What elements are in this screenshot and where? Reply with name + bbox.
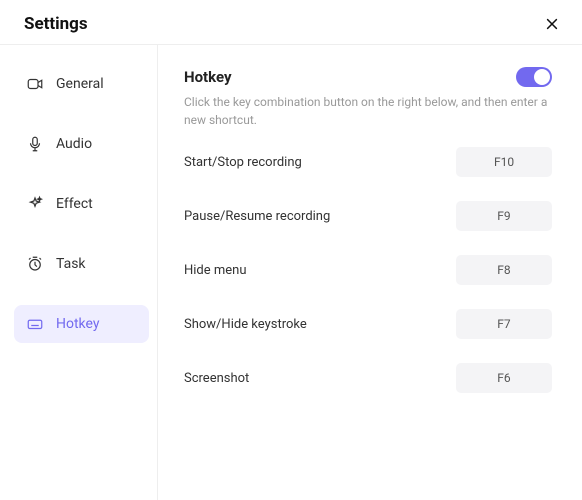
panel-description: Click the key combination button on the … xyxy=(184,93,552,129)
panel-title: Hotkey xyxy=(184,68,232,86)
sidebar-item-label: General xyxy=(56,76,104,92)
clock-icon xyxy=(26,255,44,273)
sidebar-item-label: Audio xyxy=(56,136,92,152)
hotkey-label: Screenshot xyxy=(184,371,249,386)
sidebar-item-general[interactable]: General xyxy=(14,65,149,103)
hotkey-row-keystroke: Show/Hide keystroke F7 xyxy=(184,309,552,339)
camera-icon xyxy=(26,75,44,93)
sidebar-item-task[interactable]: Task xyxy=(14,245,149,283)
titlebar: Settings xyxy=(0,0,582,44)
hotkey-toggle[interactable] xyxy=(516,67,552,87)
sidebar-item-audio[interactable]: Audio xyxy=(14,125,149,163)
sidebar: General Audio Effect Task xyxy=(0,45,158,500)
hotkey-label: Start/Stop recording xyxy=(184,155,302,170)
sidebar-item-label: Task xyxy=(56,256,86,272)
settings-window: Settings General Audio xyxy=(0,0,582,500)
hotkey-row-start-stop: Start/Stop recording F10 xyxy=(184,147,552,177)
keyboard-icon xyxy=(26,315,44,333)
close-icon xyxy=(545,17,559,31)
main-panel: Hotkey Click the key combination button … xyxy=(158,45,582,500)
hotkey-input-pause-resume[interactable]: F9 xyxy=(456,201,552,231)
window-title: Settings xyxy=(24,14,88,34)
sidebar-item-label: Hotkey xyxy=(56,316,99,332)
hotkey-row-pause-resume: Pause/Resume recording F9 xyxy=(184,201,552,231)
body: General Audio Effect Task xyxy=(0,44,582,500)
sidebar-item-effect[interactable]: Effect xyxy=(14,185,149,223)
sidebar-item-label: Effect xyxy=(56,196,93,212)
panel-header: Hotkey xyxy=(184,67,552,87)
close-button[interactable] xyxy=(542,14,562,34)
hotkey-row-hide-menu: Hide menu F8 xyxy=(184,255,552,285)
hotkey-label: Pause/Resume recording xyxy=(184,209,330,224)
hotkey-row-screenshot: Screenshot F6 xyxy=(184,363,552,393)
hotkey-label: Show/Hide keystroke xyxy=(184,317,307,332)
mic-icon xyxy=(26,135,44,153)
sparkle-icon xyxy=(26,195,44,213)
hotkey-input-screenshot[interactable]: F6 xyxy=(456,363,552,393)
hotkey-input-start-stop[interactable]: F10 xyxy=(456,147,552,177)
hotkey-input-keystroke[interactable]: F7 xyxy=(456,309,552,339)
hotkey-label: Hide menu xyxy=(184,263,247,278)
hotkey-input-hide-menu[interactable]: F8 xyxy=(456,255,552,285)
sidebar-item-hotkey[interactable]: Hotkey xyxy=(14,305,149,343)
